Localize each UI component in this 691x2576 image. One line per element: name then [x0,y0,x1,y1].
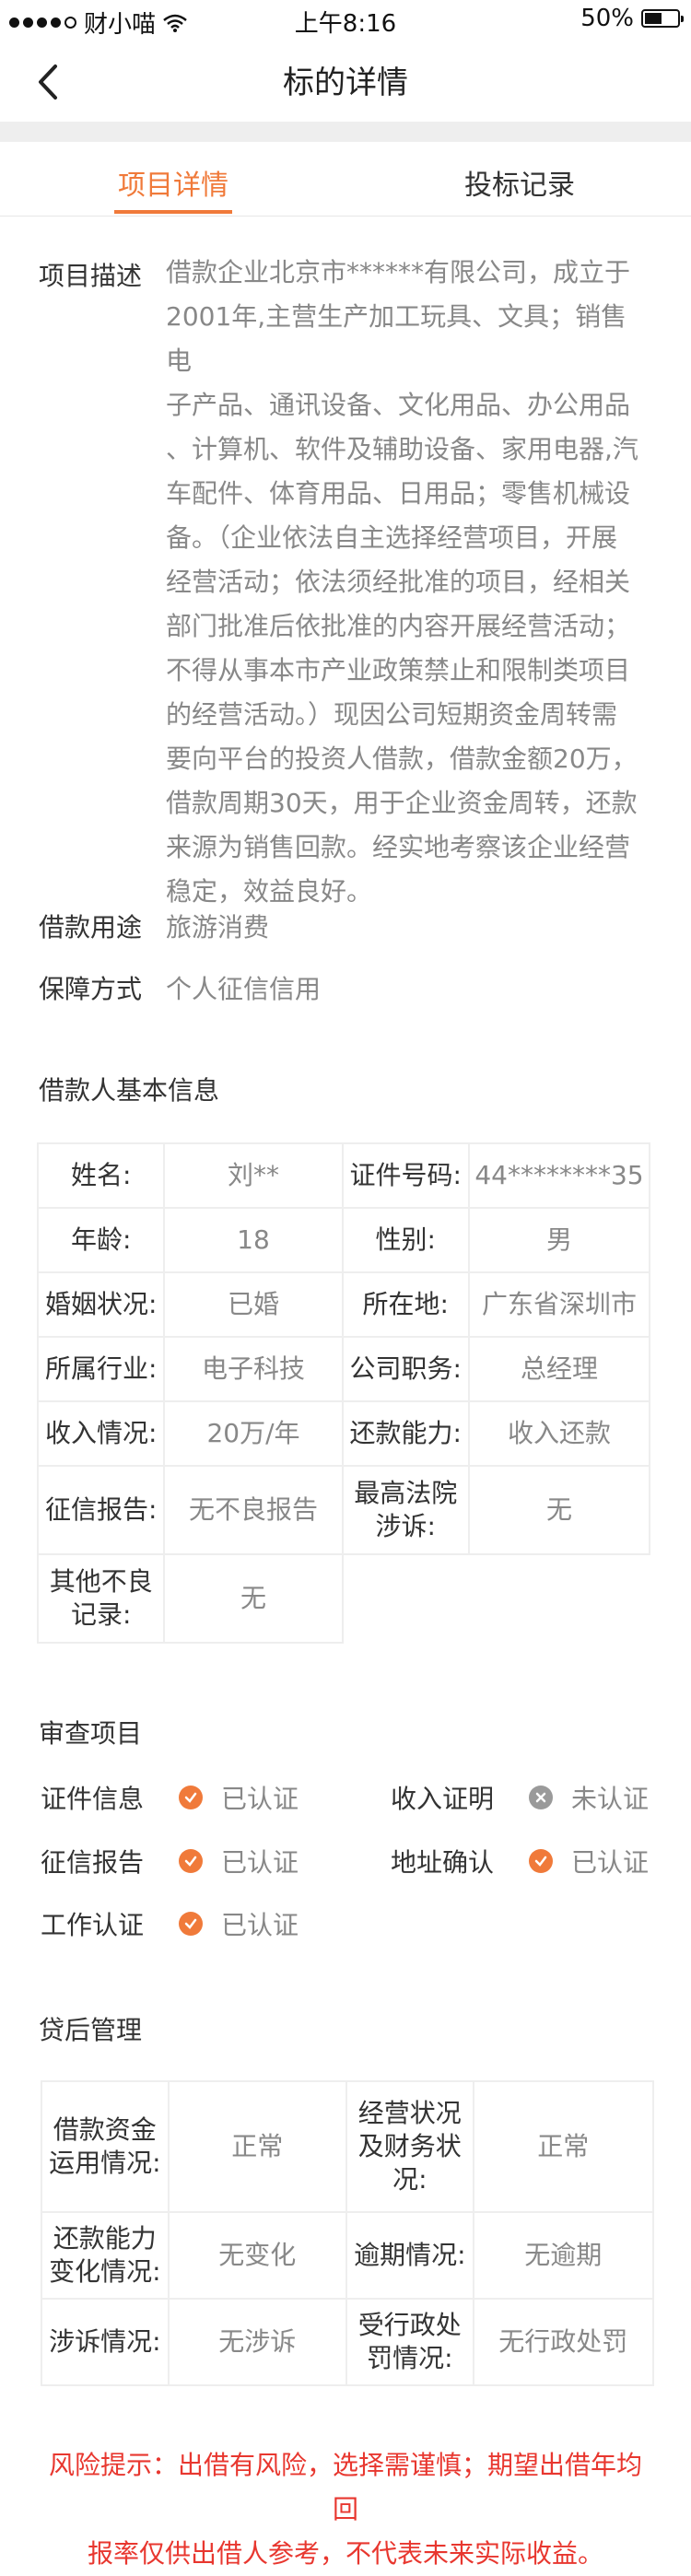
review-item-work: 工作认证 已认证 [41,1910,299,1940]
table-cell-key: 还款能力: [341,1400,470,1467]
table-cell-key: 最高法院涉诉: [341,1465,470,1555]
table-cell-key: 涉诉情况: [41,2298,170,2386]
project-desc-label: 项目描述 [39,261,143,291]
divider-band [0,122,691,142]
table-cell-value: 44********35 [467,1142,651,1209]
review-item-id-info: 证件信息 已认证 [41,1784,299,1814]
battery-icon [641,9,684,28]
table-cell-key: 还款能力变化情况: [41,2211,170,2300]
guarantee-label: 保障方式 [39,974,143,1004]
table-cell-value: 电子科技 [163,1336,344,1402]
table-cell-value: 刘** [163,1142,344,1209]
table-cell-key: 性别: [341,1207,470,1273]
table-cell-key: 收入情况: [36,1400,166,1467]
table-cell-value: 收入还款 [467,1400,651,1467]
check-icon [179,1849,203,1873]
table-row: 涉诉情况: 无涉诉 受行政处罚情况: 无行政处罚 [41,2298,655,2386]
review-title: 审查项目 [39,1718,143,1749]
table-cell-key: 逾期情况: [345,2211,474,2300]
table-cell-value: 20万/年 [163,1400,344,1467]
table-cell-value: 正常 [167,2080,347,2213]
table-cell-value: 无行政处罚 [472,2298,655,2386]
table-cell-value: 正常 [472,2080,655,2213]
project-description: 借款企业北京市******有限公司，成立于 2001年,主营生产加工玩具、文具；… [166,257,638,907]
table-row: 征信报告: 无不良报告 最高法院涉诉: 无 [36,1465,651,1555]
borrower-info-title: 借款人基本信息 [39,1075,220,1106]
post-loan-title: 贷后管理 [39,2015,143,2045]
table-cell-value: 无 [467,1465,651,1555]
purpose-label: 借款用途 [39,912,143,943]
risk-notice: 风险提示：出借有风险，选择需谨慎；期望出借年均回 报率仅供出借人参考，不代表未来… [48,2450,642,2569]
table-row: 姓名: 刘** 证件号码: 44********35 [36,1142,651,1209]
table-cell-value: 广东省深圳市 [467,1271,651,1338]
table-cell-value: 无变化 [167,2211,347,2300]
table-cell-value: 无不良报告 [163,1465,344,1555]
table-cell-value: 总经理 [467,1336,651,1402]
review-item-address: 地址确认 已认证 [391,1847,650,1878]
table-cell-key: 公司职务: [341,1336,470,1402]
table-cell-value: 无逾期 [472,2211,655,2300]
battery-group: 50% [580,5,684,32]
table-cell-key: 所在地: [341,1271,470,1338]
table-row: 还款能力变化情况: 无变化 逾期情况: 无逾期 [41,2211,655,2300]
table-cell-key: 其他不良记录: [36,1553,166,1644]
table-cell-key: 婚姻状况: [36,1271,166,1338]
post-loan-table: 借款资金运用情况: 正常 经营状况及财务状况: 正常 还款能力变化情况: 无变化… [41,2080,655,2386]
table-cell-value: 18 [163,1207,344,1273]
table-row: 收入情况: 20万/年 还款能力: 收入还款 [36,1400,651,1467]
purpose-value: 旅游消费 [166,912,270,943]
table-cell-key: 征信报告: [36,1465,166,1555]
review-item-credit-report: 征信报告 已认证 [41,1847,299,1878]
table-cell-key: 所属行业: [36,1336,166,1402]
check-icon [529,1849,553,1873]
table-cell-value: 已婚 [163,1271,344,1338]
guarantee-value: 个人征信信用 [166,974,322,1004]
review-item-income-proof: 收入证明 未认证 [391,1784,650,1814]
table-cell-key: 借款资金运用情况: [41,2080,170,2213]
table-row: 所属行业: 电子科技 公司职务: 总经理 [36,1336,651,1402]
tab-bid-records[interactable]: 投标记录 [464,162,575,203]
status-bar: 财小喵 上午8:16 50% [0,0,691,41]
borrower-info-table: 姓名: 刘** 证件号码: 44********35 年龄: 18 性别: 男 … [36,1142,651,1644]
table-cell-value: 男 [467,1207,651,1273]
table-cell-key: 证件号码: [341,1142,470,1209]
tab-active-indicator [114,210,232,214]
cross-icon [529,1786,553,1809]
page-title: 标的详情 [283,64,408,101]
table-cell-value: 无 [163,1553,344,1644]
tab-bar: 项目详情 投标记录 [0,142,691,217]
tab-project-details[interactable]: 项目详情 [118,162,228,203]
battery-percent: 50% [580,5,634,32]
table-cell-value: 无涉诉 [167,2298,347,2386]
check-icon [179,1912,203,1936]
table-row: 其他不良记录: 无 [36,1553,650,1644]
table-row: 婚姻状况: 已婚 所在地: 广东省深圳市 [36,1271,651,1338]
table-cell-key: 姓名: [36,1142,166,1209]
table-cell-key: 经营状况及财务状况: [345,2080,474,2213]
table-cell-key: 受行政处罚情况: [345,2298,474,2386]
table-row: 年龄: 18 性别: 男 [36,1207,651,1273]
check-icon [179,1786,203,1809]
table-cell-key: 年龄: [36,1207,166,1273]
nav-bar: 标的详情 [0,41,691,122]
table-row: 借款资金运用情况: 正常 经营状况及财务状况: 正常 [41,2080,655,2213]
